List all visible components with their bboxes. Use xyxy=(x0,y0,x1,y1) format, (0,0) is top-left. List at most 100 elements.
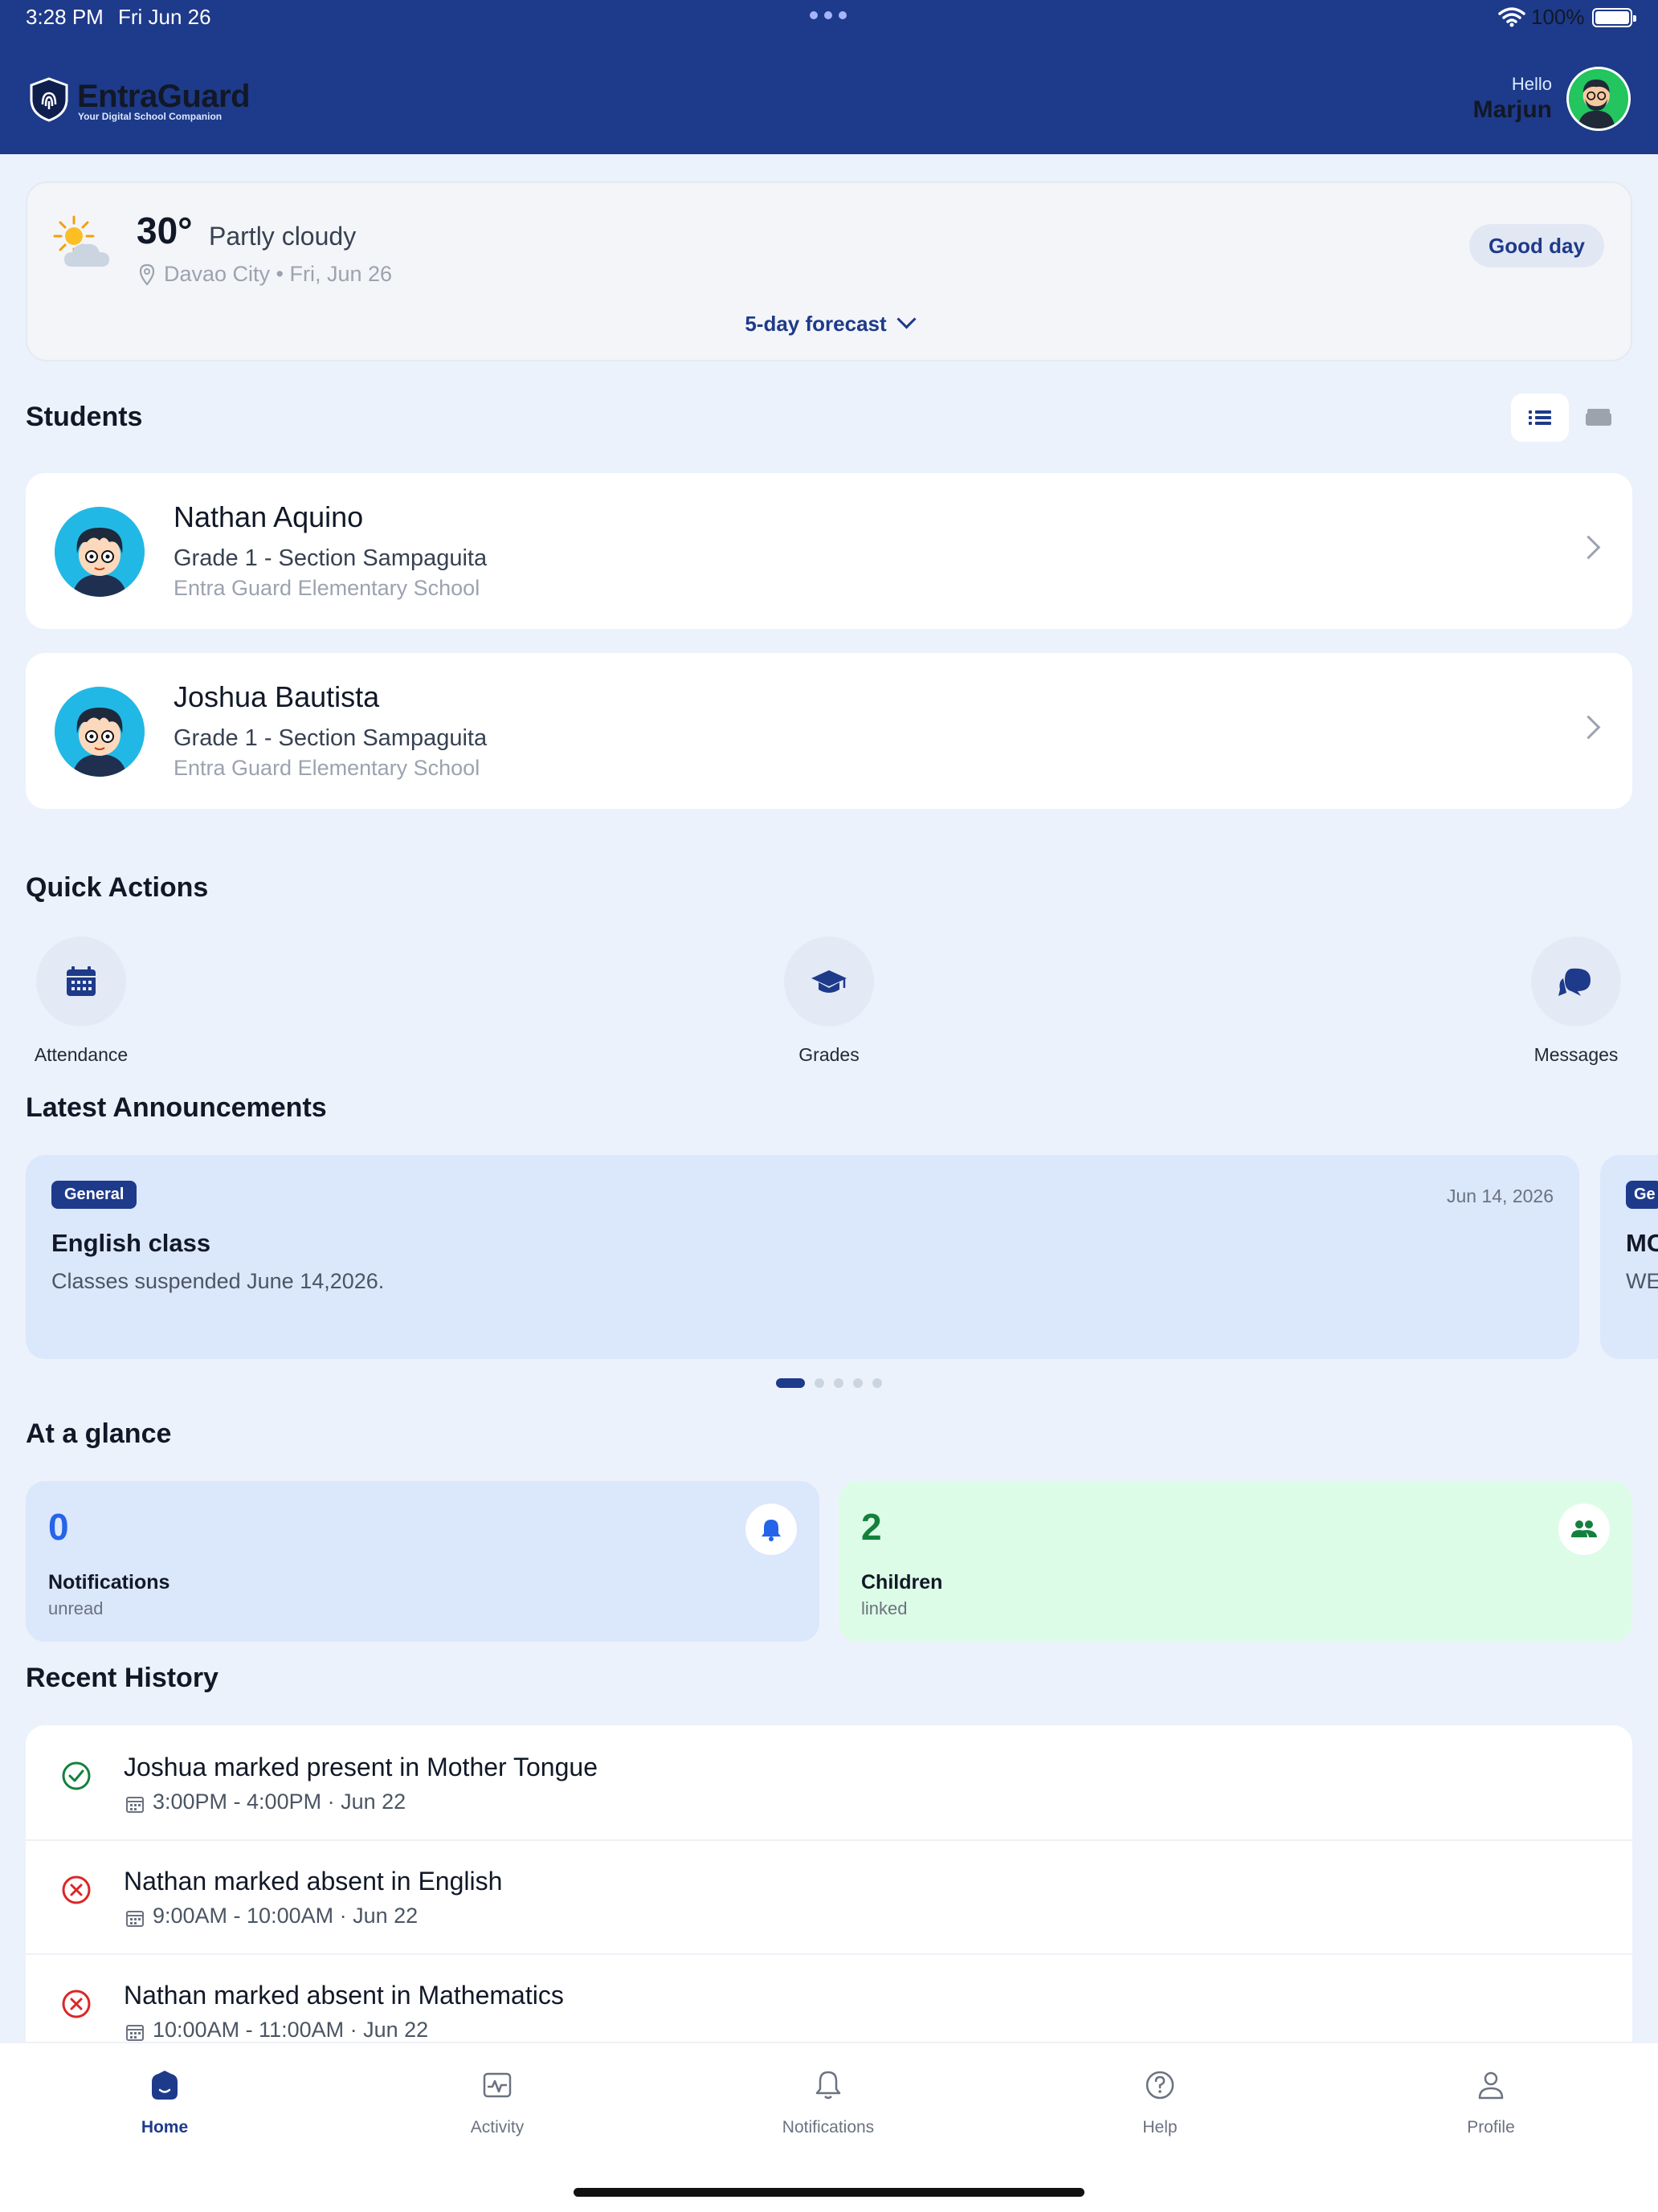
bell-outline-icon[interactable] xyxy=(811,2067,846,2103)
bell-icon xyxy=(762,1520,781,1541)
student-grade: Grade 1 - Section Sampaguita xyxy=(174,725,488,751)
carousel-dot[interactable] xyxy=(834,1378,843,1388)
history-text: Nathan marked absent in English xyxy=(124,1867,503,1896)
location-pin-icon xyxy=(139,263,155,286)
weather-location: Davao City • Fri, Jun 26 xyxy=(164,262,393,286)
children-count: 2 xyxy=(861,1506,882,1548)
forecast-label[interactable]: 5-day forecast xyxy=(745,312,886,336)
nav-activity[interactable]: Activity xyxy=(417,2067,578,2137)
notifications-label: Notifications xyxy=(48,1571,170,1594)
carousel-pagination[interactable] xyxy=(776,1378,882,1388)
section-title-quick-actions: Quick Actions xyxy=(26,872,209,903)
brand-tagline: Your Digital School Companion xyxy=(78,111,223,122)
greeting-label: Hello xyxy=(1511,74,1552,94)
app-header xyxy=(0,0,1658,154)
section-title-recent-history: Recent History xyxy=(26,1663,218,1693)
notifications-glance-card[interactable]: 0 Notifications unread xyxy=(26,1481,819,1642)
partly-cloudy-icon xyxy=(53,215,109,267)
student-name: Joshua Bautista xyxy=(174,680,380,713)
history-text: Joshua marked present in Mother Tongue xyxy=(124,1753,598,1781)
quick-action-messages[interactable]: Messages xyxy=(1484,937,1658,1066)
chevron-down-icon[interactable] xyxy=(896,309,917,329)
calendar-small-icon xyxy=(126,2025,144,2041)
quick-action-attendance[interactable]: Attendance xyxy=(0,937,174,1066)
nav-label[interactable]: Profile xyxy=(1411,2118,1571,2137)
brand-name: EntraGuard xyxy=(77,79,251,114)
history-time: 3:00PM - 4:00PM · Jun 22 xyxy=(153,1790,406,1814)
nav-label[interactable]: Activity xyxy=(417,2118,578,2137)
activity-icon[interactable] xyxy=(480,2067,515,2103)
section-title-students: Students xyxy=(26,402,143,432)
carousel-dot[interactable] xyxy=(776,1378,805,1388)
history-text: Nathan marked absent in Mathematics xyxy=(124,1981,564,2010)
section-title-announcements: Latest Announcements xyxy=(26,1092,327,1123)
nav-profile[interactable]: Profile xyxy=(1411,2067,1571,2137)
quick-action-label[interactable]: Attendance xyxy=(0,1044,174,1066)
announcement-heading: MC xyxy=(1626,1229,1658,1257)
quick-action-label[interactable]: Grades xyxy=(737,1044,921,1066)
student-school: Entra Guard Elementary School xyxy=(174,576,480,600)
nav-help[interactable]: Help xyxy=(1080,2067,1240,2137)
wifi-icon xyxy=(1498,7,1525,27)
status-time: 3:28 PM xyxy=(26,5,104,29)
battery-percentage: 100% xyxy=(1531,5,1585,29)
cards-icon[interactable] xyxy=(1576,394,1621,442)
x-circle-icon xyxy=(62,1875,91,1904)
users-icon xyxy=(1571,1520,1597,1537)
nav-notifications[interactable]: Notifications xyxy=(748,2067,909,2137)
weather-condition: Partly cloudy xyxy=(209,222,357,251)
student-name: Nathan Aquino xyxy=(174,500,364,533)
announcement-body: WE xyxy=(1626,1269,1658,1293)
carousel-dot[interactable] xyxy=(872,1378,882,1388)
nav-label[interactable]: Home xyxy=(84,2118,245,2137)
announcement-card-next[interactable]: Ge MC WE xyxy=(1600,1155,1658,1359)
student-avatar xyxy=(55,507,145,597)
announcement-category-badge: Ge xyxy=(1626,1181,1658,1209)
history-row[interactable]: Nathan marked absent in English 9:00AM -… xyxy=(26,1839,1632,1955)
student-avatar xyxy=(55,687,145,777)
home-indicator[interactable] xyxy=(574,2188,1084,2197)
chat-bubbles-icon[interactable] xyxy=(1557,964,1595,999)
check-circle-icon xyxy=(62,1761,91,1790)
user-icon[interactable] xyxy=(1473,2067,1509,2103)
quick-action-label[interactable]: Messages xyxy=(1484,1044,1658,1066)
announcement-body: Classes suspended June 14,2026. xyxy=(51,1269,385,1293)
student-card[interactable]: Joshua Bautista Grade 1 - Section Sampag… xyxy=(26,653,1632,809)
children-glance-card[interactable]: 2 Children linked xyxy=(839,1481,1632,1642)
graduation-cap-icon[interactable] xyxy=(810,964,848,999)
history-row[interactable]: Joshua marked present in Mother Tongue 3… xyxy=(26,1725,1632,1841)
student-school: Entra Guard Elementary School xyxy=(174,756,480,780)
list-icon[interactable] xyxy=(1511,394,1569,442)
nav-home[interactable]: Home xyxy=(84,2067,245,2137)
children-label: Children xyxy=(861,1571,943,1594)
battery-icon xyxy=(1592,8,1636,27)
forecast-toggle[interactable]: 5-day forecast xyxy=(0,309,1658,337)
carousel-dot[interactable] xyxy=(853,1378,863,1388)
nav-label[interactable]: Notifications xyxy=(748,2118,909,2137)
chevron-right-icon xyxy=(1576,535,1601,560)
quick-action-grades[interactable]: Grades xyxy=(737,937,921,1066)
history-time: 9:00AM - 10:00AM · Jun 22 xyxy=(153,1904,419,1928)
help-icon[interactable] xyxy=(1142,2067,1178,2103)
status-date: Fri Jun 26 xyxy=(118,5,211,29)
section-title-at-a-glance: At a glance xyxy=(26,1418,172,1449)
history-list: Joshua marked present in Mother Tongue 3… xyxy=(26,1725,1632,2063)
calendar-icon[interactable] xyxy=(63,964,99,999)
carousel-dot[interactable] xyxy=(815,1378,824,1388)
list-view-button[interactable] xyxy=(1511,394,1569,442)
student-grade: Grade 1 - Section Sampaguita xyxy=(174,545,488,571)
student-card[interactable]: Nathan Aquino Grade 1 - Section Sampagui… xyxy=(26,473,1632,629)
announcement-heading: English class xyxy=(51,1229,211,1257)
home-icon[interactable] xyxy=(147,2067,182,2103)
calendar-small-icon xyxy=(126,1797,144,1813)
chevron-right-icon xyxy=(1576,715,1601,740)
announcement-category-badge: General xyxy=(51,1181,137,1209)
card-view-button[interactable] xyxy=(1576,394,1621,442)
greeting-badge: Good day xyxy=(1469,224,1604,267)
x-circle-icon xyxy=(62,1990,91,2018)
notifications-sub: unread xyxy=(48,1598,104,1618)
user-avatar[interactable] xyxy=(1566,67,1631,131)
multitasking-dots-icon[interactable] xyxy=(810,11,848,19)
announcement-card[interactable]: General Jun 14, 2026 English class Class… xyxy=(26,1155,1579,1359)
nav-label[interactable]: Help xyxy=(1080,2118,1240,2137)
